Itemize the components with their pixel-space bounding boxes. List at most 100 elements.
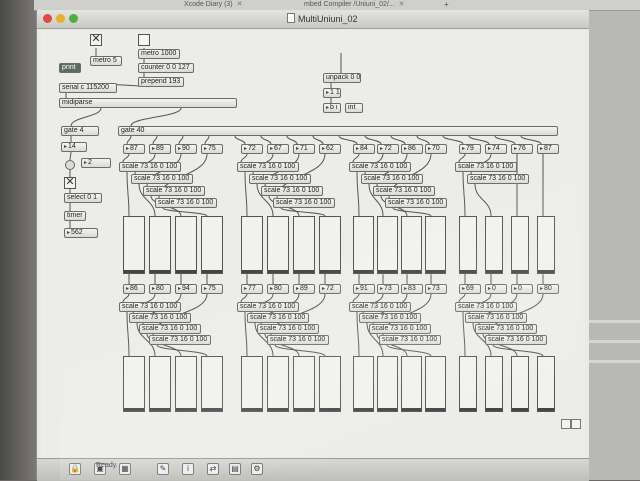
scale-object[interactable]: scale 73 16 0 100: [385, 198, 447, 208]
toggle[interactable]: ✕: [64, 176, 76, 189]
scale-object[interactable]: scale 73 16 0 100: [261, 186, 323, 196]
scale-object[interactable]: scale 73 16 0 100: [361, 174, 423, 184]
scale-object[interactable]: scale 73 16 0 100: [485, 335, 547, 345]
metro-object[interactable]: metro 5: [90, 56, 122, 66]
slider[interactable]: [459, 356, 477, 412]
slider[interactable]: [425, 356, 446, 412]
slider[interactable]: [485, 216, 503, 274]
number-box[interactable]: 91: [353, 284, 375, 294]
trigger-object[interactable]: b i: [323, 103, 341, 113]
number-box[interactable]: 89: [149, 144, 171, 154]
grid-view-icon[interactable]: [561, 419, 571, 429]
number-box[interactable]: 1 1: [323, 88, 341, 98]
number-box[interactable]: 14: [61, 142, 87, 152]
slider[interactable]: [319, 216, 341, 274]
close-button[interactable]: [43, 14, 52, 23]
scale-object[interactable]: scale 73 16 0 100: [119, 302, 181, 312]
number-box[interactable]: 75: [201, 284, 223, 294]
scale-object[interactable]: scale 73 16 0 100: [131, 174, 193, 184]
scale-object[interactable]: scale 73 16 0 100: [155, 198, 217, 208]
led-indicator[interactable]: [65, 160, 75, 170]
number-box[interactable]: 90: [175, 144, 197, 154]
scale-object[interactable]: scale 73 16 0 100: [247, 313, 309, 323]
scale-object[interactable]: scale 73 16 0 100: [379, 335, 441, 345]
number-box[interactable]: 89: [293, 284, 315, 294]
slider[interactable]: [149, 356, 171, 412]
scale-object[interactable]: scale 73 16 0 100: [143, 186, 205, 196]
print-object[interactable]: print: [59, 63, 81, 73]
scale-object[interactable]: scale 73 16 0 100: [349, 302, 411, 312]
grid-icon[interactable]: ▦: [119, 463, 131, 475]
slider[interactable]: [241, 356, 263, 412]
gate-40-object[interactable]: gate 40: [118, 126, 558, 136]
settings-icon[interactable]: ⚙: [251, 463, 263, 475]
slider[interactable]: [241, 216, 263, 274]
slider[interactable]: [201, 356, 223, 412]
slider[interactable]: [401, 356, 422, 412]
slider[interactable]: [201, 216, 223, 274]
number-box[interactable]: 87: [123, 144, 145, 154]
inspector-icon[interactable]: i: [182, 463, 194, 475]
number-box[interactable]: 80: [267, 284, 289, 294]
slider[interactable]: [511, 216, 529, 274]
number-box[interactable]: 77: [241, 284, 263, 294]
slider[interactable]: [353, 356, 374, 412]
slider[interactable]: [425, 216, 446, 274]
browser-tab[interactable]: Xcode Diary (3) ✕: [184, 0, 294, 10]
number-box[interactable]: 86: [123, 284, 145, 294]
number-box[interactable]: 0: [485, 284, 507, 294]
slider[interactable]: [485, 356, 503, 412]
number-box[interactable]: 79: [459, 144, 481, 154]
patcher-canvas[interactable]: ✕ metro 5 print metro 1000 counter 0 0 1…: [41, 30, 585, 458]
toggle[interactable]: ✕: [90, 33, 102, 46]
prepend-object[interactable]: prepend 193: [138, 77, 184, 87]
slider[interactable]: [537, 356, 555, 412]
number-box[interactable]: 72: [241, 144, 263, 154]
number-box[interactable]: 70: [425, 144, 447, 154]
metro-1000-object[interactable]: metro 1000: [138, 49, 180, 59]
scale-object[interactable]: scale 73 16 0 100: [369, 324, 431, 334]
scale-object[interactable]: scale 73 16 0 100: [455, 302, 517, 312]
scale-object[interactable]: scale 73 16 0 100: [249, 174, 311, 184]
scale-object[interactable]: scale 73 16 0 100: [455, 162, 517, 172]
slider[interactable]: [293, 356, 315, 412]
unpack-object[interactable]: unpack 0 0: [323, 73, 361, 83]
number-box[interactable]: 84: [353, 144, 375, 154]
slider[interactable]: [319, 356, 341, 412]
scale-object[interactable]: scale 73 16 0 100: [149, 335, 211, 345]
slider[interactable]: [267, 356, 289, 412]
zoom-button[interactable]: [69, 14, 78, 23]
minimize-button[interactable]: [56, 14, 65, 23]
number-box[interactable]: 562: [64, 228, 98, 238]
slider[interactable]: [123, 216, 145, 274]
number-box[interactable]: 80: [537, 284, 559, 294]
slider[interactable]: [353, 216, 374, 274]
number-box[interactable]: 76: [511, 144, 533, 154]
slider[interactable]: [123, 356, 145, 412]
scale-object[interactable]: scale 73 16 0 100: [257, 324, 319, 334]
slider[interactable]: [537, 216, 555, 274]
scale-object[interactable]: scale 73 16 0 100: [237, 302, 299, 312]
scale-object[interactable]: scale 73 16 0 100: [119, 162, 181, 172]
align-icon[interactable]: ⇄: [207, 463, 219, 475]
slider[interactable]: [377, 216, 398, 274]
select-object[interactable]: select 0 1: [64, 193, 102, 203]
number-box[interactable]: 94: [175, 284, 197, 294]
present-view-icon[interactable]: [571, 419, 581, 429]
close-icon[interactable]: ✕: [237, 1, 243, 8]
new-tab-icon[interactable]: +: [444, 0, 449, 10]
scale-object[interactable]: scale 73 16 0 100: [349, 162, 411, 172]
scale-object[interactable]: scale 73 16 0 100: [475, 324, 537, 334]
palette-icon[interactable]: ▤: [229, 463, 241, 475]
number-box[interactable]: 2: [81, 158, 111, 168]
close-icon[interactable]: ✕: [399, 1, 405, 8]
scale-object[interactable]: scale 73 16 0 100: [139, 324, 201, 334]
scale-object[interactable]: scale 73 16 0 100: [373, 186, 435, 196]
scale-object[interactable]: scale 73 16 0 100: [359, 313, 421, 323]
number-box[interactable]: 73: [425, 284, 447, 294]
int-object[interactable]: int: [345, 103, 363, 113]
number-box[interactable]: 72: [377, 144, 399, 154]
slider[interactable]: [459, 216, 477, 274]
scale-object[interactable]: scale 73 16 0 100: [467, 174, 529, 184]
gate-4-object[interactable]: gate 4: [61, 126, 99, 136]
